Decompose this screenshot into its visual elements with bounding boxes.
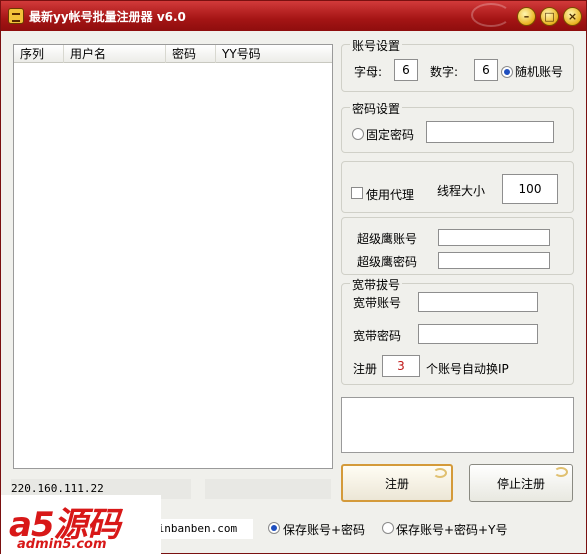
save-account-password-label: 保存账号+密码	[283, 523, 366, 537]
stop-register-button-label: 停止注册	[496, 476, 545, 491]
register-button-label: 注册	[384, 476, 409, 491]
super-eagle-account-label: 超级鹰账号	[357, 232, 418, 246]
digits-label: 数字:	[430, 65, 459, 79]
list-header: 序列 用户名 密码 YY号码	[14, 45, 332, 63]
website-url[interactable]: xinbanben.com	[151, 519, 253, 539]
super-eagle-account-input[interactable]	[438, 229, 550, 246]
broadband-account-label: 宽带账号	[353, 296, 402, 310]
letters-input[interactable]: 6	[394, 59, 418, 81]
title-bar[interactable]: 最新yy帐号批量注册器 v6.0 – □ ×	[1, 1, 586, 31]
account-settings-legend: 账号设置	[350, 37, 403, 54]
app-icon	[8, 8, 24, 24]
swirl-decoration-icon	[554, 467, 568, 477]
swirl-decoration-icon	[471, 3, 511, 27]
column-header-password[interactable]: 密码	[166, 45, 216, 63]
column-header-yy-number[interactable]: YY号码	[216, 45, 332, 63]
broadband-legend: 宽带拔号	[350, 276, 403, 293]
switch-ip-label: 个账号自动换IP	[426, 362, 509, 376]
a5-logo: a5源码 admin5.com	[1, 495, 161, 555]
account-settings-group: 账号设置 字母: 6 数字: 6 随机账号	[341, 37, 574, 92]
swirl-decoration-icon	[433, 468, 447, 478]
digits-input[interactable]: 6	[474, 59, 498, 81]
letters-label: 字母:	[354, 65, 383, 79]
window-title: 最新yy帐号批量注册器 v6.0	[29, 10, 186, 24]
save-account-password-yy-label: 保存账号+密码+Y号	[396, 523, 508, 537]
logo-sub-text: admin5.com	[17, 537, 107, 552]
save-account-password-radio[interactable]	[268, 522, 280, 534]
proxy-group: 使用代理 线程大小 100	[341, 161, 574, 213]
minimize-button[interactable]: –	[517, 7, 536, 26]
column-header-index[interactable]: 序列	[14, 45, 64, 63]
broadband-password-input[interactable]	[418, 324, 538, 344]
close-button[interactable]: ×	[563, 7, 582, 26]
account-list[interactable]: 序列 用户名 密码 YY号码	[13, 44, 333, 469]
fixed-password-input[interactable]	[426, 121, 554, 143]
fixed-password-radio[interactable]	[352, 128, 364, 140]
password-settings-group: 密码设置 固定密码	[341, 100, 574, 153]
log-textarea[interactable]	[341, 397, 574, 453]
random-account-label: 随机账号	[515, 65, 564, 79]
maximize-button[interactable]: □	[540, 7, 559, 26]
password-settings-legend: 密码设置	[350, 100, 403, 117]
super-eagle-password-input[interactable]	[438, 252, 550, 269]
register-count-input[interactable]: 3	[382, 355, 420, 377]
thread-size-label: 线程大小	[437, 184, 486, 198]
broadband-group: 宽带拔号 宽带账号 宽带密码 注册 3 个账号自动换IP	[341, 276, 574, 385]
super-eagle-group: 超级鹰账号 超级鹰密码	[341, 217, 574, 275]
thread-size-input[interactable]: 100	[502, 174, 558, 204]
register-count-label: 注册	[353, 362, 378, 376]
register-button[interactable]: 注册	[341, 464, 453, 502]
super-eagle-password-label: 超级鹰密码	[357, 255, 418, 269]
random-account-radio[interactable]	[501, 66, 513, 78]
column-header-username[interactable]: 用户名	[64, 45, 166, 63]
status-field	[205, 479, 331, 499]
app-window: 最新yy帐号批量注册器 v6.0 – □ × 序列 用户名 密码 YY号码 账号…	[0, 0, 587, 555]
save-account-password-yy-radio[interactable]	[382, 522, 394, 534]
broadband-account-input[interactable]	[418, 292, 538, 312]
use-proxy-label: 使用代理	[366, 188, 415, 202]
fixed-password-label: 固定密码	[366, 128, 415, 142]
use-proxy-checkbox[interactable]	[351, 187, 363, 199]
broadband-password-label: 宽带密码	[353, 329, 402, 343]
stop-register-button[interactable]: 停止注册	[469, 464, 573, 502]
